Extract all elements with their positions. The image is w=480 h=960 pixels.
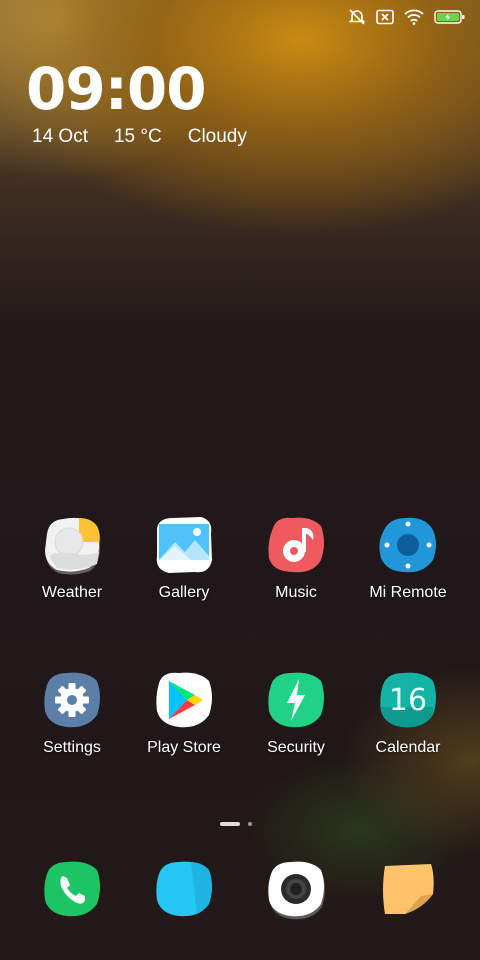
page-dot-active[interactable] xyxy=(220,822,240,826)
dock-camera[interactable] xyxy=(240,856,352,922)
no-sim-icon xyxy=(376,9,394,25)
app-label-weather: Weather xyxy=(41,584,103,601)
app-label-play-store: Play Store xyxy=(147,739,221,756)
app-label-calendar: Calendar xyxy=(375,739,441,756)
settings-icon[interactable] xyxy=(39,667,105,733)
music-icon[interactable] xyxy=(263,512,329,578)
dock-phone[interactable] xyxy=(16,856,128,922)
app-grid: Weather Gallery Music Mi Remote Settings… xyxy=(16,512,464,822)
messaging-icon[interactable] xyxy=(151,856,217,922)
mi-remote-icon[interactable] xyxy=(375,512,441,578)
app-settings[interactable]: Settings xyxy=(16,667,128,822)
calendar-date-badge: 16 xyxy=(388,683,428,718)
app-play-store[interactable]: Play Store xyxy=(128,667,240,822)
dock-notes[interactable] xyxy=(352,856,464,922)
dock-messaging[interactable] xyxy=(128,856,240,922)
app-label-music: Music xyxy=(275,584,317,601)
app-label-mi-remote: Mi Remote xyxy=(369,584,447,601)
app-music[interactable]: Music xyxy=(240,512,352,667)
alarm-off-icon xyxy=(348,8,366,26)
app-gallery[interactable]: Gallery xyxy=(128,512,240,667)
weather-condition: Cloudy xyxy=(187,126,247,147)
wifi-icon xyxy=(404,9,424,25)
weather-temperature: 15 °C xyxy=(113,126,162,147)
clock-date: 14 Oct xyxy=(32,126,88,147)
dock xyxy=(16,856,464,922)
app-label-gallery: Gallery xyxy=(158,584,210,601)
gallery-icon[interactable] xyxy=(151,512,217,578)
page-dot[interactable] xyxy=(248,822,252,826)
battery-charging-icon xyxy=(434,9,466,25)
app-calendar[interactable]: 16 Calendar xyxy=(352,667,464,822)
weather-icon[interactable] xyxy=(39,512,105,578)
app-security[interactable]: Security xyxy=(240,667,352,822)
play-store-icon[interactable] xyxy=(151,667,217,733)
clock-time[interactable]: 09:00 xyxy=(26,58,247,120)
camera-icon[interactable] xyxy=(263,856,329,922)
app-weather[interactable]: Weather xyxy=(16,512,128,667)
status-bar xyxy=(0,0,480,34)
app-label-security: Security xyxy=(267,739,325,756)
page-indicator[interactable] xyxy=(220,822,252,826)
phone-icon[interactable] xyxy=(39,856,105,922)
clock-widget[interactable]: 09:00 14 Oct 15 °C Cloudy xyxy=(26,58,247,148)
app-mi-remote[interactable]: Mi Remote xyxy=(352,512,464,667)
app-label-settings: Settings xyxy=(43,739,101,756)
security-icon[interactable] xyxy=(263,667,329,733)
notes-icon[interactable] xyxy=(375,856,441,922)
calendar-icon[interactable]: 16 xyxy=(375,667,441,733)
